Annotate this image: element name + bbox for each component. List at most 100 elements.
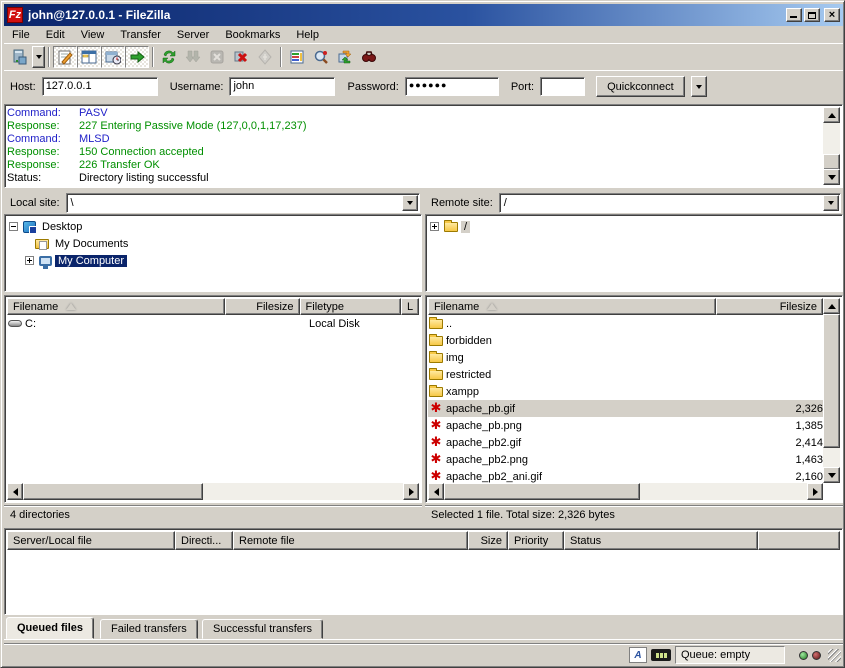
- remote-file-row[interactable]: ✱apache_pb2_ani.gif2,160: [428, 468, 823, 483]
- disconnect-icon: [233, 49, 249, 65]
- menu-bookmarks[interactable]: Bookmarks: [217, 28, 288, 42]
- menu-help[interactable]: Help: [288, 28, 327, 42]
- column-header-size[interactable]: Size: [468, 531, 508, 550]
- close-button[interactable]: ×: [824, 8, 840, 22]
- column-header-status[interactable]: Status: [564, 531, 758, 550]
- menu-view[interactable]: View: [73, 28, 113, 42]
- filter-button[interactable]: [285, 46, 309, 68]
- tree-item-my-computer[interactable]: My Computer: [9, 252, 421, 269]
- remote-horizontal-scrollbar[interactable]: [428, 483, 823, 500]
- column-header-filesize[interactable]: Filesize: [716, 298, 823, 315]
- local-file-list: Filename Filesize Filetype L C: Local Di…: [4, 295, 422, 503]
- resize-grip[interactable]: [828, 649, 841, 662]
- scroll-left-button[interactable]: [428, 483, 444, 500]
- site-manager-button[interactable]: [8, 46, 32, 68]
- file-size: 2,414: [733, 437, 823, 449]
- password-input[interactable]: ●●●●●●: [405, 77, 499, 96]
- username-input[interactable]: john: [229, 77, 335, 96]
- toggle-local-tree-button[interactable]: [77, 46, 101, 68]
- local-horizontal-scrollbar[interactable]: [7, 483, 419, 500]
- remote-file-row-selected[interactable]: ✱apache_pb.gif2,326: [428, 400, 823, 417]
- remote-file-row[interactable]: forbidden: [428, 332, 823, 349]
- refresh-icon: [161, 49, 177, 65]
- remote-site-dropdown[interactable]: [823, 195, 839, 211]
- menu-edit[interactable]: Edit: [38, 28, 73, 42]
- toggle-remote-tree-button[interactable]: [101, 46, 125, 68]
- local-file-row[interactable]: C: Local Disk: [7, 315, 419, 332]
- refresh-button[interactable]: [157, 46, 181, 68]
- scrollbar-thumb[interactable]: [444, 483, 640, 500]
- process-queue-button[interactable]: [181, 46, 205, 68]
- log-entry-message: PASV: [79, 107, 108, 120]
- scroll-right-button[interactable]: [807, 483, 823, 500]
- scroll-up-button[interactable]: [823, 107, 840, 123]
- synchronized-browsing-icon: [337, 49, 353, 65]
- remote-file-row[interactable]: ..: [428, 315, 823, 332]
- remote-file-row[interactable]: ✱apache_pb2.gif2,414: [428, 434, 823, 451]
- reconnect-button[interactable]: [253, 46, 277, 68]
- quickconnect-dropdown[interactable]: [691, 76, 707, 97]
- tree-item-root[interactable]: /: [430, 218, 842, 235]
- folder-icon: [428, 387, 444, 397]
- maximize-button[interactable]: [804, 8, 820, 22]
- image-file-icon: ✱: [428, 453, 444, 466]
- column-header-direction[interactable]: Directi...: [175, 531, 233, 550]
- column-header-priority[interactable]: Priority: [508, 531, 564, 550]
- scroll-right-button[interactable]: [403, 483, 419, 500]
- toggle-message-log-button[interactable]: [53, 46, 77, 68]
- tree-item-desktop[interactable]: Desktop: [9, 218, 421, 235]
- remote-file-row[interactable]: img: [428, 349, 823, 366]
- sort-ascending-icon: [487, 303, 497, 310]
- remote-vertical-scrollbar[interactable]: [823, 298, 840, 483]
- scroll-down-button[interactable]: [823, 169, 840, 185]
- scrollbar-thumb[interactable]: [23, 483, 203, 500]
- quickconnect-button[interactable]: Quickconnect: [596, 76, 685, 97]
- column-header-server-local-file[interactable]: Server/Local file: [7, 531, 175, 550]
- scrollbar-thumb[interactable]: [823, 314, 840, 448]
- column-header-filetype[interactable]: Filetype: [300, 298, 402, 315]
- log-vertical-scrollbar[interactable]: [823, 107, 840, 185]
- remote-file-row[interactable]: xampp: [428, 383, 823, 400]
- scroll-left-button[interactable]: [7, 483, 23, 500]
- compare-button[interactable]: [309, 46, 333, 68]
- menu-transfer[interactable]: Transfer: [112, 28, 169, 42]
- expand-icon[interactable]: [430, 222, 439, 231]
- column-header-filename[interactable]: Filename: [428, 298, 716, 315]
- tab-queued-files[interactable]: Queued files: [6, 617, 94, 639]
- remote-file-row[interactable]: ✱apache_pb.png1,385: [428, 417, 823, 434]
- toggle-transfer-queue-button[interactable]: [125, 46, 149, 68]
- local-site-combobox[interactable]: \: [66, 193, 420, 213]
- scroll-up-button[interactable]: [823, 298, 840, 314]
- collapse-icon[interactable]: [9, 222, 18, 231]
- cancel-button[interactable]: [205, 46, 229, 68]
- log-entry: Command:MLSD: [7, 133, 823, 146]
- minimize-button[interactable]: [786, 8, 802, 22]
- tab-successful-transfers[interactable]: Successful transfers: [202, 619, 323, 639]
- expand-icon[interactable]: [25, 256, 34, 265]
- toolbar-separator: [48, 47, 50, 67]
- menu-server[interactable]: Server: [169, 28, 217, 42]
- speed-limit-icon[interactable]: [651, 649, 671, 661]
- synchronized-browsing-button[interactable]: [333, 46, 357, 68]
- remote-file-row[interactable]: restricted: [428, 366, 823, 383]
- site-manager-dropdown[interactable]: [32, 46, 45, 68]
- menu-file[interactable]: File: [4, 28, 38, 42]
- data-type-ascii-icon[interactable]: A: [629, 647, 647, 663]
- queue-body[interactable]: [7, 550, 840, 612]
- disconnect-button[interactable]: [229, 46, 253, 68]
- column-header-filesize[interactable]: Filesize: [225, 298, 299, 315]
- column-header-filename[interactable]: Filename: [7, 298, 225, 315]
- port-input[interactable]: [540, 77, 585, 96]
- column-header-last-modified[interactable]: L: [401, 298, 419, 315]
- tab-failed-transfers[interactable]: Failed transfers: [100, 619, 198, 639]
- scrollbar-thumb[interactable]: [823, 154, 840, 170]
- column-header-remote-file[interactable]: Remote file: [233, 531, 468, 550]
- find-button[interactable]: [357, 46, 381, 68]
- remote-site-combobox[interactable]: /: [499, 193, 841, 213]
- local-site-dropdown[interactable]: [402, 195, 418, 211]
- tree-item-my-documents[interactable]: My Documents: [9, 235, 421, 252]
- remote-file-row[interactable]: ✱apache_pb2.png1,463: [428, 451, 823, 468]
- host-input[interactable]: 127.0.0.1: [42, 77, 158, 96]
- local-site-bar: Local site: \: [4, 192, 422, 213]
- scroll-down-button[interactable]: [823, 467, 840, 483]
